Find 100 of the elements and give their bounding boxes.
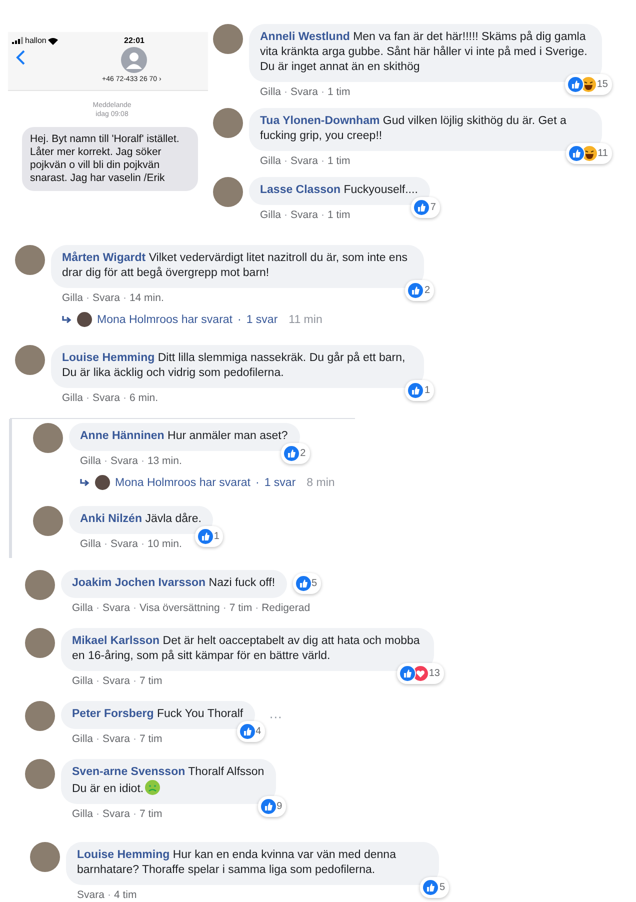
comment-action-link[interactable]: Svara (290, 86, 318, 98)
reaction-badge[interactable]: 7 (411, 197, 440, 218)
avatar-placeholder (77, 312, 92, 327)
comment-action-link[interactable]: Gilla (62, 292, 84, 304)
comment-action-link[interactable]: Gilla (80, 538, 102, 550)
reaction-badge[interactable]: 5 (420, 877, 449, 898)
reaction-badge[interactable]: 1 (194, 526, 224, 547)
back-icon[interactable] (16, 50, 25, 65)
contact-avatar-icon (121, 47, 147, 73)
reaction-badge[interactable]: 2 (281, 443, 310, 464)
avatar-placeholder (15, 245, 45, 275)
comment-action-link[interactable]: Svara (102, 808, 130, 820)
avatar-placeholder (25, 628, 55, 658)
comment-text: Louise Hemming Ditt lilla slemmiga nassekräk. Du går på ett barn, Du är lika äcklig och vidrig som pedofilerna. (62, 351, 406, 381)
laughing-face-icon (582, 146, 597, 161)
separator-dot: · (104, 538, 108, 550)
more-options[interactable]: ··· (269, 709, 282, 724)
comment-time: 1 tim (327, 155, 350, 167)
comment-action-link[interactable]: Gilla (260, 155, 282, 167)
reply-count[interactable]: 1 svar (264, 476, 296, 488)
comment-time: 7 tim (139, 808, 162, 820)
replies-link[interactable]: Mona Holmroos har svarat (97, 314, 232, 326)
avatar-placeholder (33, 506, 63, 536)
comment-text: Anki Nilzén Jävla dåre. (80, 512, 202, 527)
avatar-placeholder (25, 570, 55, 600)
edited-label: Redigerad (262, 602, 310, 614)
comment-action-link[interactable]: Gilla (260, 86, 282, 98)
reaction-badge[interactable]: 15 (564, 74, 612, 95)
comment-text: Anne Hänninen Hur anmäler man aset? (80, 429, 288, 444)
comment-action-link[interactable]: Svara (290, 155, 318, 167)
signal-icon (12, 37, 23, 44)
comment-action-link[interactable]: Gilla (80, 455, 102, 467)
replies-link[interactable]: Mona Holmroos har svarat (115, 476, 250, 488)
separator-dot: · (96, 808, 100, 820)
separator-dot: · (122, 392, 126, 404)
comment-time: 1 tim (327, 86, 350, 98)
separator-dot: · (140, 455, 144, 467)
reply-time: 11 min (288, 314, 322, 326)
thumbs-up-icon (568, 146, 584, 161)
avatar-placeholder (95, 475, 110, 490)
reaction-badge[interactable]: 11 (566, 143, 612, 164)
carrier-name: hallon (25, 36, 46, 45)
comment-action-link[interactable]: Gilla (62, 392, 84, 404)
separator-dot: · (107, 889, 111, 901)
separator-dot: · (222, 602, 226, 614)
comment-action-link[interactable]: Visa översättning (139, 602, 220, 614)
comment-time: 7 tim (229, 602, 252, 614)
comment-action-link[interactable]: Svara (102, 733, 130, 745)
reply-arrow-icon (80, 478, 90, 486)
thumbs-up-icon (296, 576, 310, 591)
thumbs-up-icon (414, 200, 430, 215)
separator-dot: · (284, 155, 288, 167)
comment-action-link[interactable]: Svara (110, 538, 138, 550)
comment-action-link[interactable]: Gilla (72, 808, 94, 820)
separator-dot: · (86, 392, 90, 404)
separator-dot: · (132, 675, 136, 687)
thumbs-up-icon (408, 383, 424, 398)
comment-time: 13 min. (147, 455, 182, 467)
comment-text: Mikael Karlsson Det är helt oacceptabelt av dig att hata och mobba en 16-åring, som på sitt kämpar för en bättre värld. (72, 634, 421, 664)
comment-time: 4 tim (114, 889, 137, 901)
comment-time: 7 tim (139, 733, 162, 745)
comment-time: 10 min. (147, 538, 182, 550)
separator-dot: · (284, 209, 288, 221)
reaction-badge[interactable]: 9 (258, 796, 286, 817)
avatar-placeholder (15, 345, 45, 375)
comment-action-link[interactable]: Svara (92, 292, 120, 304)
avatar-placeholder (25, 701, 55, 731)
avatar-placeholder (25, 759, 55, 789)
status-time: 22:01 (124, 36, 144, 45)
separator-dot: · (284, 86, 288, 98)
reaction-badge[interactable]: 4 (236, 721, 266, 742)
reaction-badge[interactable]: 5 (292, 573, 322, 594)
separator-dot: · (132, 602, 136, 614)
comment-action-link[interactable]: Svara (102, 602, 130, 614)
separator-dot: · (140, 538, 144, 550)
comment-action-link[interactable]: Gilla (260, 209, 282, 221)
comment-action-link[interactable]: Gilla (72, 675, 94, 687)
comment-text: Lasse Classon Fuckyouself.... (260, 183, 418, 198)
comment-action-link[interactable]: Gilla (72, 602, 94, 614)
comment-time: 1 tim (327, 209, 350, 221)
reaction-badge[interactable]: 2 (405, 280, 434, 301)
reaction-badge[interactable]: 1 (405, 380, 434, 401)
comment-text: Joakim Jochen Ivarsson Nazi fuck off! (72, 576, 276, 591)
separator-dot: · (132, 808, 136, 820)
comment-time: 7 tim (139, 675, 162, 687)
comment-action-link[interactable]: Svara (77, 889, 104, 901)
comment-action-link[interactable]: Gilla (72, 733, 94, 745)
reply-count[interactable]: 1 svar (246, 314, 278, 326)
separator-dot: · (86, 292, 90, 304)
reply-arrow-icon (62, 316, 72, 324)
separator-dot: · (122, 292, 126, 304)
comment-action-link[interactable]: Svara (102, 675, 130, 687)
reply-time: 8 min (306, 476, 335, 488)
comment-action-link[interactable]: Svara (110, 455, 138, 467)
avatar-placeholder (33, 423, 63, 453)
separator-dot: · (132, 733, 136, 745)
avatar-placeholder (213, 24, 243, 54)
comment-action-link[interactable]: Svara (92, 392, 120, 404)
reaction-badge[interactable]: 13 (396, 663, 444, 684)
comment-action-link[interactable]: Svara (290, 209, 318, 221)
